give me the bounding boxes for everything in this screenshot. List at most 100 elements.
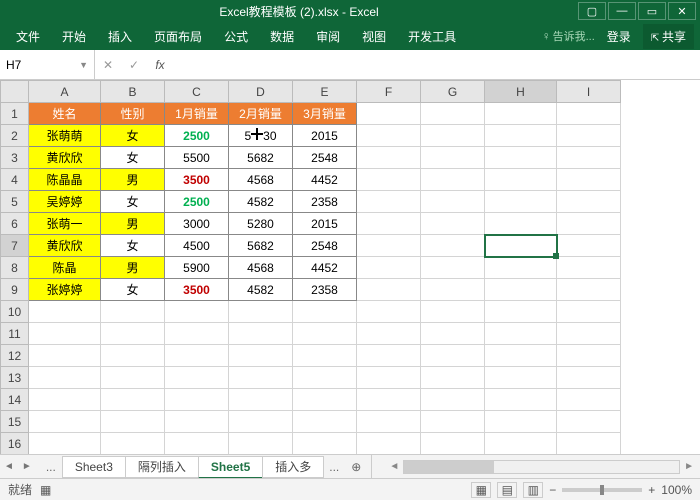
cell-B6[interactable]: 男 xyxy=(101,213,165,235)
cell-A4[interactable]: 陈晶晶 xyxy=(29,169,101,191)
cell-B2[interactable]: 女 xyxy=(101,125,165,147)
tab-home[interactable]: 开始 xyxy=(52,24,96,49)
cell-G16[interactable] xyxy=(421,433,485,455)
cell-F3[interactable] xyxy=(357,147,421,169)
cell-H3[interactable] xyxy=(485,147,557,169)
cell-H7[interactable] xyxy=(485,235,557,257)
cell-D16[interactable] xyxy=(229,433,293,455)
cell-F8[interactable] xyxy=(357,257,421,279)
cell-C8[interactable]: 5900 xyxy=(165,257,229,279)
cell-C15[interactable] xyxy=(165,411,229,433)
cell-G14[interactable] xyxy=(421,389,485,411)
tab-formulas[interactable]: 公式 xyxy=(214,24,258,49)
row-header-14[interactable]: 14 xyxy=(1,389,29,411)
row-header-8[interactable]: 8 xyxy=(1,257,29,279)
cell-F15[interactable] xyxy=(357,411,421,433)
col-header-C[interactable]: C xyxy=(165,81,229,103)
cell-G15[interactable] xyxy=(421,411,485,433)
new-sheet-icon[interactable]: ⊕ xyxy=(345,457,367,477)
header-cell-B[interactable]: 性别 xyxy=(101,103,165,125)
scroll-right-icon[interactable]: ► xyxy=(684,461,694,472)
cell-A3[interactable]: 黄欣欣 xyxy=(29,147,101,169)
cell-C14[interactable] xyxy=(165,389,229,411)
row-header-4[interactable]: 4 xyxy=(1,169,29,191)
cell-F14[interactable] xyxy=(357,389,421,411)
cell-E12[interactable] xyxy=(293,345,357,367)
row-header-1[interactable]: 1 xyxy=(1,103,29,125)
cell-D15[interactable] xyxy=(229,411,293,433)
tell-me[interactable]: 告诉我... xyxy=(553,28,595,44)
col-header-D[interactable]: D xyxy=(229,81,293,103)
scroll-track[interactable] xyxy=(403,460,680,474)
cell-G9[interactable] xyxy=(421,279,485,301)
row-header-15[interactable]: 15 xyxy=(1,411,29,433)
cell-I14[interactable] xyxy=(557,389,621,411)
cell-E10[interactable] xyxy=(293,301,357,323)
cell-D8[interactable]: 4568 xyxy=(229,257,293,279)
cell-H5[interactable] xyxy=(485,191,557,213)
cell-B7[interactable]: 女 xyxy=(101,235,165,257)
cell-E11[interactable] xyxy=(293,323,357,345)
cell-H9[interactable] xyxy=(485,279,557,301)
row-header-11[interactable]: 11 xyxy=(1,323,29,345)
cell-G10[interactable] xyxy=(421,301,485,323)
zoom-in-icon[interactable]: + xyxy=(648,483,655,497)
cell-G12[interactable] xyxy=(421,345,485,367)
cell-H6[interactable] xyxy=(485,213,557,235)
cell-C11[interactable] xyxy=(165,323,229,345)
cell-I7[interactable] xyxy=(557,235,621,257)
name-box[interactable]: H7 ▼ xyxy=(0,50,95,79)
sheet-tab-插入多[interactable]: 插入多 xyxy=(262,456,324,478)
tabs-more-right[interactable]: ... xyxy=(323,457,345,477)
view-normal-icon[interactable]: ▦ xyxy=(471,482,491,498)
cell-G7[interactable] xyxy=(421,235,485,257)
cell-I3[interactable] xyxy=(557,147,621,169)
cell-B12[interactable] xyxy=(101,345,165,367)
cell-D10[interactable] xyxy=(229,301,293,323)
cell-E16[interactable] xyxy=(293,433,357,455)
col-header-H[interactable]: H xyxy=(485,81,557,103)
cell-I10[interactable] xyxy=(557,301,621,323)
share-button[interactable]: ⇱ 共享 xyxy=(643,24,694,49)
cell-B8[interactable]: 男 xyxy=(101,257,165,279)
cell-F10[interactable] xyxy=(357,301,421,323)
cell-E6[interactable]: 2015 xyxy=(293,213,357,235)
cell-A11[interactable] xyxy=(29,323,101,345)
cell-B9[interactable]: 女 xyxy=(101,279,165,301)
cell-F4[interactable] xyxy=(357,169,421,191)
header-cell-A[interactable]: 姓名 xyxy=(29,103,101,125)
cell-D5[interactable]: 4582 xyxy=(229,191,293,213)
cell-I2[interactable] xyxy=(557,125,621,147)
cell-B13[interactable] xyxy=(101,367,165,389)
col-header-G[interactable]: G xyxy=(421,81,485,103)
col-header-I[interactable]: I xyxy=(557,81,621,103)
cell-A5[interactable]: 吴婷婷 xyxy=(29,191,101,213)
row-header-9[interactable]: 9 xyxy=(1,279,29,301)
tab-layout[interactable]: 页面布局 xyxy=(144,24,212,49)
cell-E15[interactable] xyxy=(293,411,357,433)
name-box-dropdown-icon[interactable]: ▼ xyxy=(79,60,88,70)
fx-icon[interactable]: fx xyxy=(147,58,173,72)
cell-F13[interactable] xyxy=(357,367,421,389)
cell-A2[interactable]: 张萌萌 xyxy=(29,125,101,147)
tab-insert[interactable]: 插入 xyxy=(98,24,142,49)
cell-H8[interactable] xyxy=(485,257,557,279)
col-header-B[interactable]: B xyxy=(101,81,165,103)
cell-C3[interactable]: 5500 xyxy=(165,147,229,169)
minimize-icon[interactable]: — xyxy=(608,2,636,20)
cell-G8[interactable] xyxy=(421,257,485,279)
cell-C5[interactable]: 2500 xyxy=(165,191,229,213)
cell-A14[interactable] xyxy=(29,389,101,411)
cell-H1[interactable] xyxy=(485,103,557,125)
scroll-left-icon[interactable]: ◄ xyxy=(389,461,399,472)
login-link[interactable]: 登录 xyxy=(597,24,641,49)
cell-E2[interactable]: 2015 xyxy=(293,125,357,147)
tab-file[interactable]: 文件 xyxy=(6,24,50,49)
cell-A15[interactable] xyxy=(29,411,101,433)
cell-I15[interactable] xyxy=(557,411,621,433)
cell-A13[interactable] xyxy=(29,367,101,389)
cell-G6[interactable] xyxy=(421,213,485,235)
cell-B10[interactable] xyxy=(101,301,165,323)
cell-D13[interactable] xyxy=(229,367,293,389)
cell-C16[interactable] xyxy=(165,433,229,455)
